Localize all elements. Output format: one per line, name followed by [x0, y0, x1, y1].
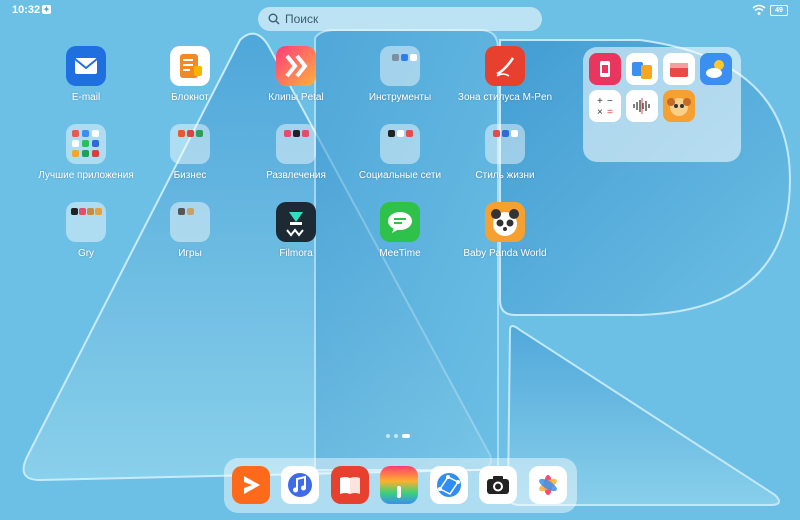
wifi-icon	[752, 4, 766, 15]
tips-icon[interactable]	[663, 53, 695, 85]
app-baby-panda[interactable]: Baby Panda World	[457, 202, 553, 274]
m-pen-icon	[485, 46, 525, 86]
page-dot-active[interactable]	[402, 434, 410, 438]
music-icon[interactable]	[281, 466, 319, 504]
folder-gry[interactable]: Gry	[38, 202, 134, 274]
themes-icon[interactable]	[380, 466, 418, 504]
large-folder[interactable]: + − × =	[583, 47, 741, 162]
page-dot[interactable]	[394, 434, 398, 438]
gry-folder-icon	[66, 202, 106, 242]
svg-text:×: ×	[597, 107, 603, 118]
notification-icon: ✦	[42, 5, 51, 14]
lifestyle-folder-icon	[485, 124, 525, 164]
folder-best-apps[interactable]: Лучшие приложения	[38, 124, 134, 196]
phone-clone-icon[interactable]	[626, 53, 658, 85]
app-label: Стиль жизни	[475, 170, 535, 181]
games-folder-icon	[170, 202, 210, 242]
petal-clips-icon	[276, 46, 316, 86]
app-label: Baby Panda World	[463, 248, 547, 259]
camera-icon[interactable]	[479, 466, 517, 504]
app-m-pen[interactable]: Зона стилуса M-Pen	[457, 46, 553, 118]
best-apps-folder-icon	[66, 124, 106, 164]
page-dot[interactable]	[386, 434, 390, 438]
meetime-icon	[380, 202, 420, 242]
folder-tools[interactable]: Инструменты	[352, 46, 448, 118]
mail-icon	[66, 46, 106, 86]
folder-social[interactable]: Социальные сети	[352, 124, 448, 196]
browser-icon[interactable]	[430, 466, 468, 504]
kids-icon[interactable]	[663, 90, 695, 122]
page-indicator	[383, 433, 417, 441]
svg-text:−: −	[607, 96, 613, 107]
app-email[interactable]: E-mail	[38, 46, 134, 118]
search-icon	[268, 13, 280, 25]
business-folder-icon	[170, 124, 210, 164]
notepad-icon	[170, 46, 210, 86]
tools-folder-icon	[380, 46, 420, 86]
dock	[224, 458, 577, 513]
gallery-icon[interactable]	[529, 466, 567, 504]
social-folder-icon	[380, 124, 420, 164]
books-icon[interactable]	[331, 466, 369, 504]
video-player-icon[interactable]	[232, 466, 270, 504]
app-filmora[interactable]: Filmora	[248, 202, 344, 274]
search-bar[interactable]: Поиск	[258, 7, 542, 31]
search-placeholder: Поиск	[285, 12, 319, 26]
baby-panda-icon	[485, 202, 525, 242]
clock: 10:32	[12, 4, 41, 16]
entertainment-folder-icon	[276, 124, 316, 164]
filmora-icon	[276, 202, 316, 242]
sound-recorder-icon[interactable]	[626, 90, 658, 122]
svg-text:=: =	[607, 107, 613, 118]
folder-entertainment[interactable]: Развлечения	[248, 124, 344, 196]
battery-indicator: 49	[770, 5, 788, 16]
app-petal-clips[interactable]: Клипы Petal	[248, 46, 344, 118]
folder-business[interactable]: Бизнес	[142, 124, 238, 196]
app-meetime[interactable]: MeeTime	[352, 202, 448, 274]
calculator-icon[interactable]: + − × =	[589, 90, 621, 122]
folder-games[interactable]: Игры	[142, 202, 238, 274]
folder-lifestyle[interactable]: Стиль жизни	[457, 124, 553, 196]
app-label: Зона стилуса M-Pen	[457, 92, 553, 103]
app-gallery-icon[interactable]	[589, 53, 621, 85]
weather-icon[interactable]	[700, 53, 732, 85]
app-notepad[interactable]: Блокнот	[142, 46, 238, 118]
svg-text:+: +	[597, 96, 603, 107]
